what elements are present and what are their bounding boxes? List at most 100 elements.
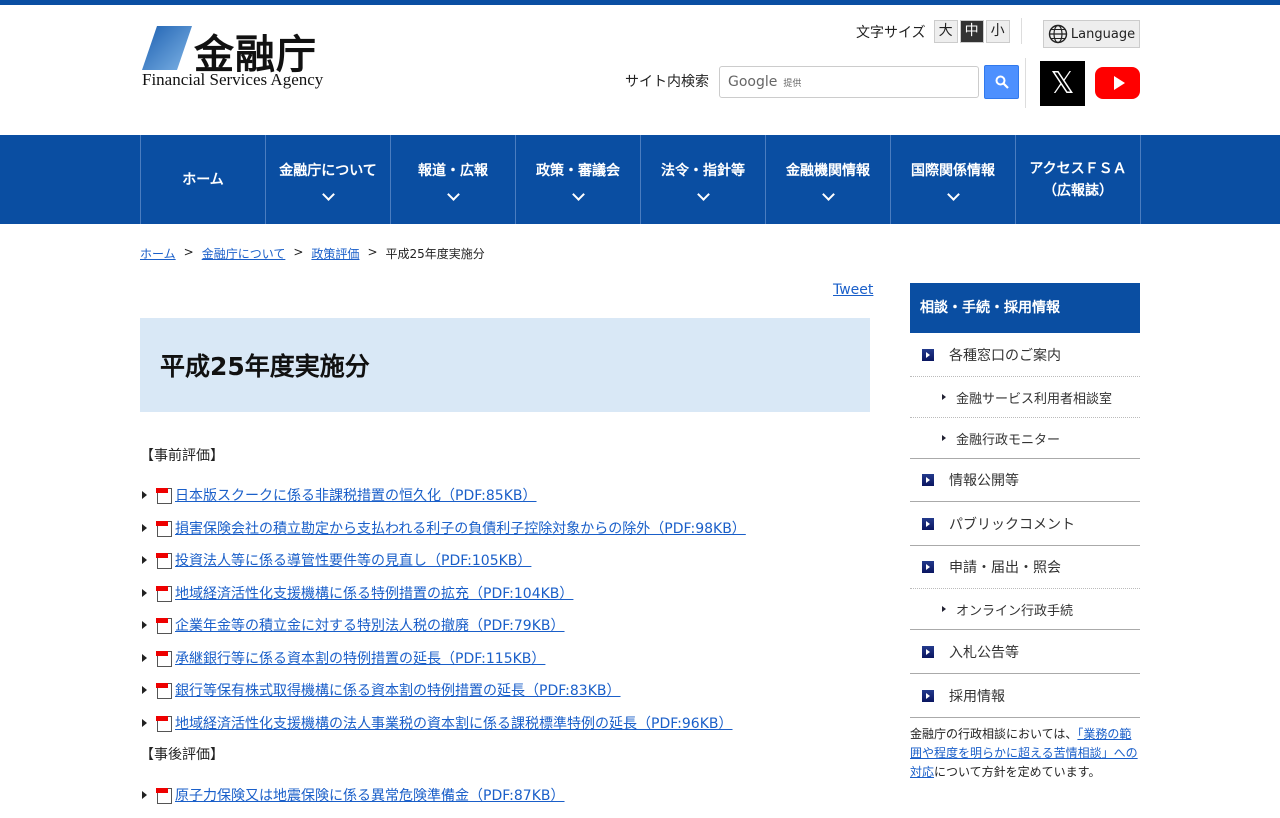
language-label: Language (1070, 26, 1136, 42)
list-item: 地域経済活性化支援機構の法人事業税の資本割に係る課税標準特例の延長（PDF:96… (140, 713, 746, 746)
pdf-icon (156, 585, 172, 602)
site-search-input[interactable]: Google 提供 (719, 66, 979, 98)
breadcrumb-home[interactable]: ホーム (140, 245, 176, 262)
search-icon (995, 75, 1009, 89)
pdf-link[interactable]: 投資法人等に係る導管性要件等の見直し（PDF:105KB） (175, 550, 531, 570)
bullet-icon (942, 435, 946, 441)
pdf-icon (156, 553, 172, 569)
sidebar-heading: 相談・手続・採用情報 (910, 283, 1140, 333)
nav-label: 法令・指針等 (661, 163, 745, 179)
sidebar: 相談・手続・採用情報 各種窓口のご案内 金融サービス利用者相談室 金融行政モニタ… (910, 283, 1140, 782)
arrow-square-icon (922, 561, 934, 573)
font-size-small-button[interactable]: 小 (985, 20, 1010, 43)
sidebar-item-disclosure[interactable]: 情報公開等 (910, 459, 1140, 502)
sidebar-item-applications[interactable]: 申請・届出・照会 (910, 546, 1140, 589)
breadcrumb-sep: > (293, 245, 304, 259)
sidebar-item-label: 入札公告等 (949, 644, 1019, 661)
sidebar-item-label: パブリックコメント (949, 516, 1075, 533)
chevron-down-icon (696, 188, 710, 201)
list-item: 日本版スクークに係る非課税措置の恒久化（PDF:85KB） (140, 485, 746, 518)
nav-press[interactable]: 報道・広報 (391, 135, 516, 224)
sidebar-item-label: 各種窓口のご案内 (949, 347, 1061, 364)
nav-label: ホーム (182, 171, 224, 188)
arrow-square-icon (922, 517, 934, 530)
note-text: について方針を定めています。 (934, 765, 1101, 779)
globe-icon (1048, 24, 1068, 44)
chevron-down-icon (446, 188, 460, 201)
language-button[interactable]: Language (1043, 20, 1140, 48)
arrow-square-icon (922, 348, 934, 361)
bullet-icon (142, 523, 147, 532)
bullet-icon (942, 606, 946, 612)
breadcrumb-current: 平成25年度実施分 (385, 247, 485, 261)
sidebar-item-contact[interactable]: 各種窓口のご案内 (910, 333, 1140, 377)
breadcrumb-about[interactable]: 金融庁について (202, 245, 286, 262)
pdf-link[interactable]: 日本版スクークに係る非課税措置の恒久化（PDF:85KB） (175, 485, 537, 505)
arrow-square-icon (922, 689, 934, 702)
section-heading-post: 【事後評価】 (140, 747, 224, 763)
font-size-switcher: 文字サイズ 大 中 小 (856, 20, 1010, 43)
nav-international[interactable]: 国際関係情報 (891, 135, 1016, 224)
font-size-medium-button[interactable]: 中 (959, 20, 984, 43)
nav-label: アクセスＦＳＡ (1029, 160, 1127, 177)
pdf-icon (156, 683, 172, 699)
pdf-link[interactable]: 原子力保険又は地震保険に係る異常危険準備金（PDF:87KB） (175, 785, 565, 805)
sidebar-item-label: 採用情報 (949, 688, 1005, 705)
fsa-logo[interactable]: 金融庁 Financial Services Agency (142, 24, 337, 90)
chevron-down-icon (821, 188, 835, 201)
sidebar-item-label: 情報公開等 (949, 473, 1019, 489)
nav-label: 金融機関情報 (786, 163, 870, 179)
breadcrumb-policy-eval[interactable]: 政策評価 (311, 245, 359, 262)
sidebar-note: 金融庁の行政相談においては、「業務の範囲や程度を明らかに超える苦情相談」への対応… (910, 725, 1140, 782)
bullet-icon (142, 686, 147, 694)
bullet-icon (142, 621, 147, 629)
x-twitter-icon[interactable]: 𝕏 (1040, 61, 1085, 106)
pdf-icon (156, 650, 172, 667)
list-item: 企業年金等の積立金に対する特別法人税の撤廃（PDF:79KB） (140, 615, 746, 648)
logo-english: Financial Services Agency (142, 70, 324, 89)
nav-home[interactable]: ホーム (141, 135, 266, 224)
sidebar-item-monitor[interactable]: 金融行政モニター (910, 418, 1140, 459)
nav-laws[interactable]: 法令・指針等 (641, 135, 766, 224)
pdf-icon (156, 488, 172, 504)
bullet-icon (142, 653, 147, 662)
bullet-icon (142, 791, 147, 799)
list-item: 地域経済活性化支援機構に係る特例措置の拡充（PDF:104KB） (140, 583, 746, 616)
pdf-link[interactable]: 承継銀行等に係る資本割の特例措置の延長（PDF:115KB） (175, 648, 545, 668)
search-button[interactable] (984, 65, 1019, 99)
provided-label: 提供 (783, 78, 802, 89)
sidebar-item-user-consultation[interactable]: 金融サービス利用者相談室 (910, 377, 1140, 418)
nav-institutions[interactable]: 金融機関情報 (766, 135, 891, 224)
nav-access-fsa[interactable]: アクセスＦＳＡ （広報誌） (1016, 135, 1141, 224)
nav-label: 金融庁について (279, 163, 377, 179)
pdf-link[interactable]: 企業年金等の積立金に対する特別法人税の撤廃（PDF:79KB） (175, 615, 565, 635)
bullet-icon (142, 556, 147, 564)
sidebar-item-bidding[interactable]: 入札公告等 (910, 630, 1140, 674)
nav-about[interactable]: 金融庁について (266, 135, 391, 224)
pdf-link[interactable]: 地域経済活性化支援機構の法人事業税の資本割に係る課税標準特例の延長（PDF:96… (175, 713, 733, 733)
list-item: 投資法人等に係る導管性要件等の見直し（PDF:105KB） (140, 550, 746, 583)
pdf-link[interactable]: 銀行等保有株式取得機構に係る資本割の特例措置の延長（PDF:83KB） (175, 680, 621, 700)
divider (1021, 18, 1022, 44)
pdf-icon (156, 715, 172, 732)
pdf-icon (156, 618, 172, 634)
list-item: 原子力保険又は地震保険に係る異常危険準備金（PDF:87KB） (140, 785, 565, 818)
nav-policy[interactable]: 政策・審議会 (516, 135, 641, 224)
sidebar-item-public-comment[interactable]: パブリックコメント (910, 502, 1140, 546)
breadcrumb: ホーム > 金融庁について > 政策評価 > 平成25年度実施分 (140, 245, 485, 262)
sidebar-item-recruit[interactable]: 採用情報 (910, 674, 1140, 718)
pdf-link[interactable]: 損害保険会社の積立勘定から支払われる利子の負債利子控除対象からの除外（PDF:9… (175, 518, 746, 538)
chevron-down-icon (571, 188, 585, 201)
pdf-icon (156, 788, 172, 804)
google-label: Google (728, 74, 778, 90)
arrow-square-icon (922, 474, 934, 486)
list-item: 損害保険会社の積立勘定から支払われる利子の負債利子控除対象からの除外（PDF:9… (140, 518, 746, 551)
breadcrumb-sep: > (367, 245, 378, 259)
list-item: 承継銀行等に係る資本割の特例措置の延長（PDF:115KB） (140, 648, 746, 681)
font-size-large-button[interactable]: 大 (933, 20, 958, 43)
pdf-link[interactable]: 地域経済活性化支援機構に係る特例措置の拡充（PDF:104KB） (175, 583, 573, 603)
sidebar-item-label: 申請・届出・照会 (949, 560, 1061, 576)
youtube-icon[interactable] (1095, 67, 1140, 99)
sidebar-item-online[interactable]: オンライン行政手続 (910, 589, 1140, 630)
tweet-link[interactable]: Tweet (833, 282, 873, 298)
